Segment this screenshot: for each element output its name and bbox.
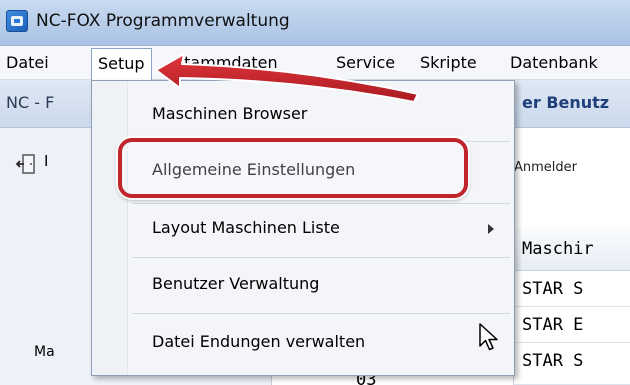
menu-icon-gutter: [92, 81, 128, 375]
menu-item-datei-endungen-verwalten[interactable]: Datei Endungen verwalten: [129, 317, 514, 367]
title-bar: NC-FOX Programmverwaltung: [0, 0, 630, 46]
menu-datei[interactable]: Datei: [0, 46, 55, 79]
highlight-annotation: [118, 138, 468, 198]
table-header-machine[interactable]: Maschir: [513, 227, 630, 271]
menu-item-label: Layout Maschinen Liste: [152, 218, 340, 237]
menu-item-layout-maschinen-liste[interactable]: Layout Maschinen Liste: [129, 203, 514, 253]
setup-dropdown-menu: Maschinen Browser Allgemeine Einstellung…: [91, 80, 515, 376]
menu-datenbank[interactable]: Datenbank: [504, 46, 604, 79]
menu-separator: [132, 257, 510, 258]
exit-icon[interactable]: [14, 152, 38, 176]
table-row[interactable]: STAR S: [513, 271, 630, 307]
red-arrow-annotation: [155, 53, 419, 103]
login-button[interactable]: Anmelder: [514, 160, 577, 175]
exit-button-label[interactable]: I: [44, 152, 48, 170]
menu-setup[interactable]: Setup: [91, 48, 152, 80]
submenu-arrow-icon: [488, 224, 494, 234]
left-panel-label: Ma: [34, 344, 55, 360]
app-icon: [6, 10, 28, 32]
menu-separator: [132, 313, 510, 314]
menu-item-benutzer-verwaltung[interactable]: Benutzer Verwaltung: [129, 259, 514, 309]
table-row[interactable]: STAR S: [513, 343, 630, 385]
mouse-cursor-icon: [479, 323, 498, 351]
menu-item-label: Benutzer Verwaltung: [152, 274, 320, 293]
subheader-title: NC - F: [6, 93, 55, 112]
subheader-user-title: er Benutz: [522, 93, 610, 112]
table-row[interactable]: STAR E: [513, 307, 630, 343]
window-title: NC-FOX Programmverwaltung: [36, 11, 290, 31]
menu-item-label: Datei Endungen verwalten: [152, 332, 366, 351]
